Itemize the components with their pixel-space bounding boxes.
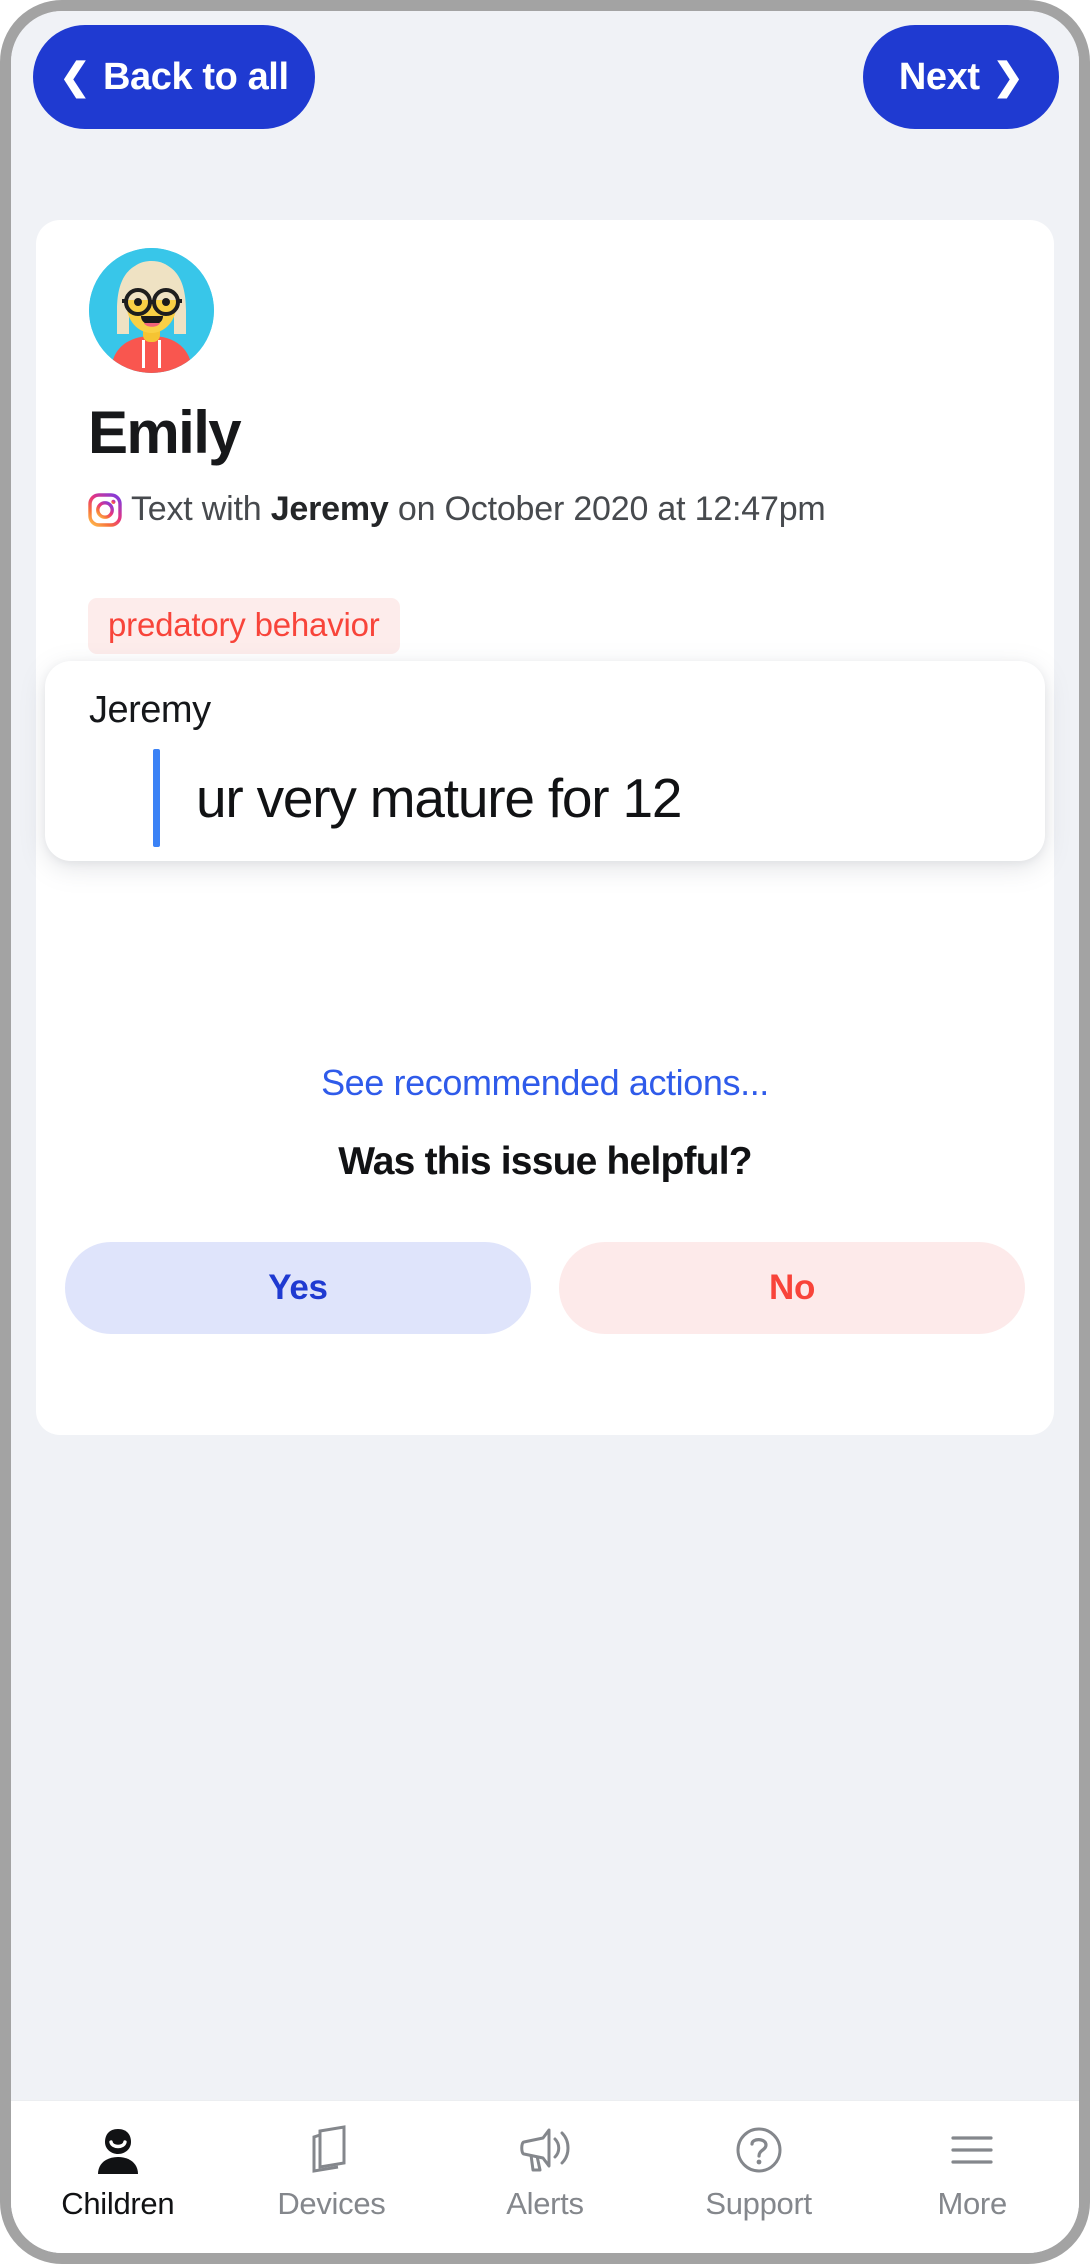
hamburger-icon <box>947 2122 997 2178</box>
message-quote: ur very mature for 12 <box>153 749 1005 847</box>
issue-detail-card: Emily Text with Jeremy on October 2020 a… <box>36 220 1054 1435</box>
feedback-buttons: Yes No <box>65 1242 1025 1334</box>
page-title: Emily <box>88 399 242 466</box>
tab-devices-label: Devices <box>277 2186 386 2221</box>
feedback-yes-button[interactable]: Yes <box>65 1242 531 1334</box>
instagram-icon <box>88 493 122 527</box>
tab-alerts[interactable]: Alerts <box>438 2101 652 2253</box>
bottom-tab-bar: Children Devices Alerts Support More <box>11 2100 1079 2253</box>
message-text: ur very mature for 12 <box>196 766 682 829</box>
chevron-right-icon: ❯ <box>992 55 1024 97</box>
tab-alerts-label: Alerts <box>506 2186 584 2221</box>
app-screen: ❮ Back to all Next ❯ Emily Text with Jer… <box>11 11 1079 2253</box>
top-navigation: ❮ Back to all Next ❯ <box>11 25 1079 135</box>
devices-icon <box>308 2122 354 2178</box>
avatar <box>89 248 214 373</box>
tab-children[interactable]: Children <box>11 2101 225 2253</box>
phone-frame: ❮ Back to all Next ❯ Emily Text with Jer… <box>0 0 1090 2264</box>
tab-more[interactable]: More <box>865 2101 1079 2253</box>
next-button[interactable]: Next ❯ <box>863 25 1059 129</box>
person-icon <box>94 2122 142 2178</box>
message-sender: Jeremy <box>89 689 211 731</box>
recommended-actions-link[interactable]: See recommended actions... <box>36 1062 1054 1104</box>
issue-meta-suffix: on October 2020 at 12:47pm <box>388 490 826 528</box>
issue-meta-contact: Jeremy <box>270 490 389 528</box>
megaphone-icon <box>519 2122 571 2178</box>
question-circle-icon <box>734 2122 784 2178</box>
back-to-all-button[interactable]: ❮ Back to all <box>33 25 315 129</box>
tab-support-label: Support <box>705 2186 812 2221</box>
next-label: Next <box>898 55 980 98</box>
issue-meta-prefix: Text with <box>131 490 271 528</box>
status-badge: predatory behavior <box>88 598 400 654</box>
tab-children-label: Children <box>61 2186 175 2221</box>
message-card: Jeremy ur very mature for 12 <box>45 661 1045 861</box>
back-to-all-label: Back to all <box>102 55 289 98</box>
tab-devices[interactable]: Devices <box>225 2101 439 2253</box>
chevron-left-icon: ❮ <box>59 55 90 97</box>
feedback-no-button[interactable]: No <box>559 1242 1025 1334</box>
helpful-question: Was this issue helpful? <box>338 1140 752 1183</box>
tab-more-label: More <box>937 2186 1007 2221</box>
issue-meta: Text with Jeremy on October 2020 at 12:4… <box>88 488 1002 530</box>
tab-support[interactable]: Support <box>652 2101 866 2253</box>
quote-bar <box>153 749 160 847</box>
